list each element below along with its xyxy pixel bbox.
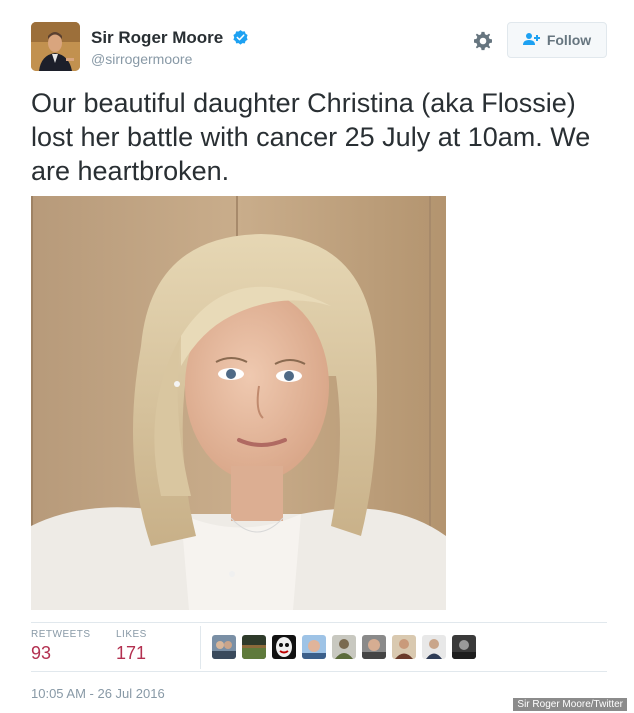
retweets-count[interactable]: 93 bbox=[31, 643, 51, 664]
tweet-timestamp[interactable]: 10:05 AM - 26 Jul 2016 bbox=[31, 686, 165, 701]
retweets-label: RETWEETS bbox=[31, 629, 91, 640]
liker-avatar[interactable] bbox=[332, 635, 356, 659]
add-user-icon bbox=[522, 32, 541, 49]
stats-top-divider bbox=[31, 622, 607, 623]
follow-button-label: Follow bbox=[546, 32, 592, 48]
user-name[interactable]: Sir Roger Moore bbox=[91, 28, 249, 51]
liker-avatar[interactable] bbox=[212, 635, 236, 659]
verified-badge-icon bbox=[232, 29, 249, 51]
user-handle[interactable]: @sirrogermoore bbox=[91, 51, 192, 67]
image-credit: Sir Roger Moore/Twitter bbox=[513, 698, 627, 711]
liker-avatar[interactable] bbox=[302, 635, 326, 659]
user-name-text[interactable]: Sir Roger Moore bbox=[91, 28, 223, 47]
stats-bottom-divider bbox=[31, 671, 607, 672]
liker-avatar[interactable] bbox=[362, 635, 386, 659]
liker-avatar[interactable] bbox=[452, 635, 476, 659]
gear-icon[interactable] bbox=[472, 30, 494, 52]
liker-avatar[interactable] bbox=[272, 635, 296, 659]
liker-avatar[interactable] bbox=[392, 635, 416, 659]
likers-avatars bbox=[212, 635, 476, 659]
follow-button[interactable]: Follow bbox=[507, 22, 607, 58]
avatar-image bbox=[31, 22, 80, 71]
tweet-photo[interactable] bbox=[31, 196, 446, 610]
tweet-text: Our beautiful daughter Christina (aka Fl… bbox=[31, 88, 591, 186]
likes-label: LIKES bbox=[116, 629, 147, 640]
liker-avatar[interactable] bbox=[242, 635, 266, 659]
likes-count[interactable]: 171 bbox=[116, 643, 146, 664]
avatar[interactable] bbox=[31, 22, 80, 71]
liker-avatar[interactable] bbox=[422, 635, 446, 659]
tweet-card: Sir Roger Moore @sirrogermoore Follow Ou… bbox=[0, 0, 634, 713]
portrait-image bbox=[31, 196, 446, 610]
stats-separator bbox=[200, 626, 201, 669]
